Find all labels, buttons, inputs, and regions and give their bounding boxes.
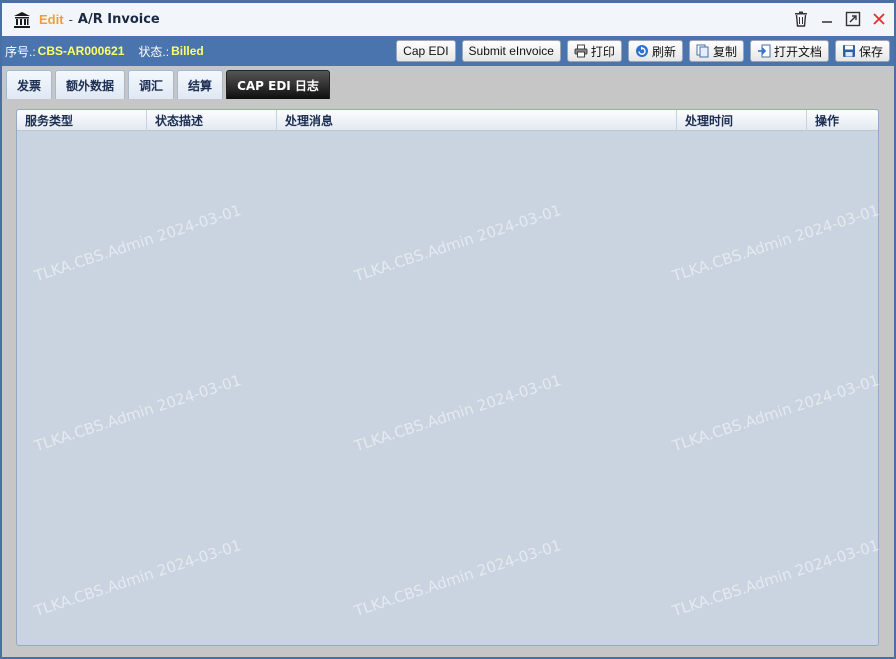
status-label: 状态.: — [138, 44, 170, 59]
tab-cap-edi-log[interactable]: CAP EDI 日志 — [226, 70, 330, 99]
refresh-icon — [635, 44, 649, 58]
status-value: Billed — [171, 44, 204, 58]
refresh-button[interactable]: 刷新 — [627, 40, 683, 62]
printer-icon — [574, 44, 588, 58]
tab-settlement[interactable]: 结算 — [177, 70, 224, 99]
open-document-icon — [757, 44, 771, 58]
record-toolbar: 序号.: CBS-AR000621 状态.: Billed Cap EDI Su… — [2, 36, 894, 66]
tab-label: 额外数据 — [66, 78, 115, 93]
maximize-icon[interactable] — [844, 9, 862, 29]
column-header-process-time[interactable]: 处理时间 — [677, 110, 807, 131]
grid-header: 服务类型 状态描述 处理消息 处理时间 操作 — [17, 110, 878, 131]
seq-value: CBS-AR000621 — [37, 44, 125, 58]
tab-extra-data[interactable]: 额外数据 — [55, 70, 126, 99]
save-button[interactable]: 保存 — [834, 40, 890, 62]
tab-label: CAP EDI 日志 — [237, 78, 319, 93]
tab-label: 结算 — [188, 78, 213, 93]
tab-strip: 发票 额外数据 调汇 结算 CAP EDI 日志 — [6, 70, 330, 99]
column-header-process-message[interactable]: 处理消息 — [277, 110, 677, 131]
invoice-window: Edit - A/R Invoice 序号.: CBS-AR000621 状态.… — [0, 0, 896, 659]
bank-icon — [12, 10, 32, 30]
minimize-icon[interactable] — [818, 9, 836, 29]
close-icon[interactable] — [870, 9, 888, 29]
toolbar-actions: Cap EDI Submit eInvoice 打印 刷新 复制 打开文档 保存 — [396, 40, 890, 62]
open-document-button[interactable]: 打开文档 — [749, 40, 829, 62]
edi-log-grid: 服务类型 状态描述 处理消息 处理时间 操作 — [16, 109, 879, 646]
print-label: 打印 — [590, 44, 615, 59]
cap-edi-button[interactable]: Cap EDI — [396, 40, 456, 62]
title-separator: - — [68, 12, 73, 27]
tab-label: 调汇 — [139, 78, 164, 93]
window-title: A/R Invoice — [77, 12, 160, 27]
seq-label: 序号.: — [5, 44, 36, 59]
print-button[interactable]: 打印 — [566, 40, 622, 62]
window-controls — [792, 9, 888, 29]
submit-einvoice-label: Submit eInvoice — [468, 44, 554, 58]
copy-button[interactable]: 复制 — [688, 40, 744, 62]
copy-icon — [696, 44, 710, 58]
open-document-label: 打开文档 — [773, 44, 822, 59]
column-header-status-desc[interactable]: 状态描述 — [147, 110, 277, 131]
column-header-action[interactable]: 操作 — [807, 110, 878, 131]
title-bar: Edit - A/R Invoice — [2, 3, 894, 36]
refresh-label: 刷新 — [651, 44, 676, 59]
tab-label: 发票 — [17, 78, 42, 93]
save-label: 保存 — [858, 44, 883, 59]
copy-label: 复制 — [712, 44, 737, 59]
floppy-icon — [842, 44, 856, 58]
tab-adjustment[interactable]: 调汇 — [128, 70, 175, 99]
tab-invoice[interactable]: 发票 — [6, 70, 53, 99]
cap-edi-label: Cap EDI — [403, 44, 449, 58]
edit-mode-label: Edit — [39, 12, 64, 27]
submit-einvoice-button[interactable]: Submit eInvoice — [461, 40, 561, 62]
delete-icon[interactable] — [792, 9, 810, 29]
column-header-service-type[interactable]: 服务类型 — [17, 110, 147, 131]
